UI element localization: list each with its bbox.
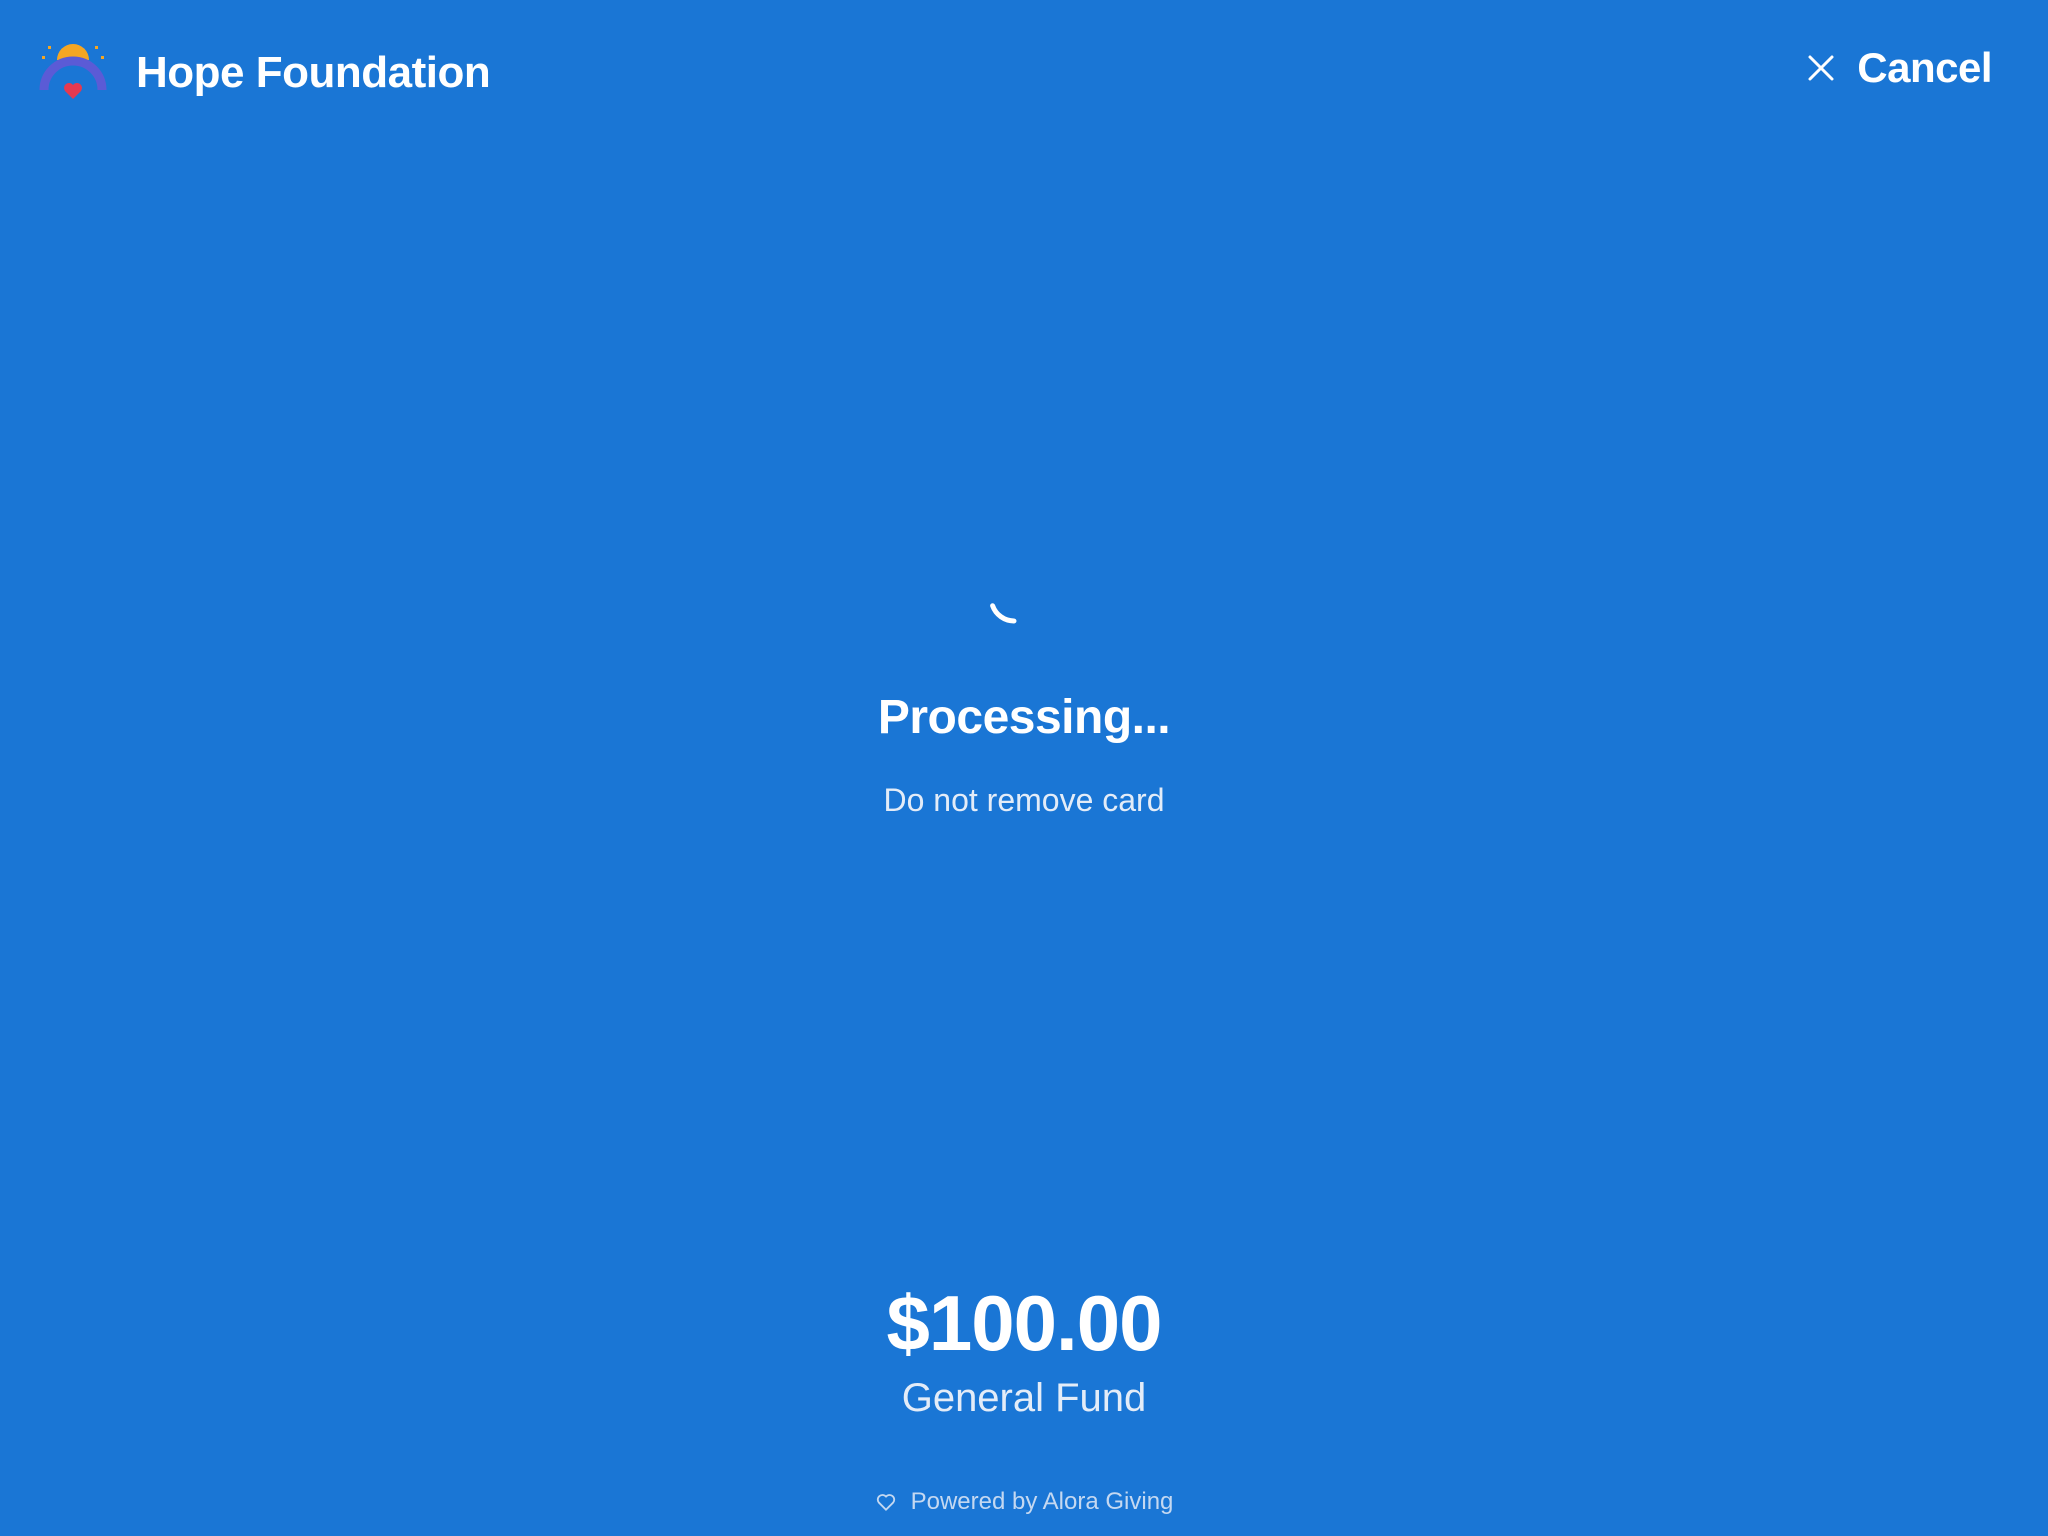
- processing-title: Processing...: [877, 691, 1171, 744]
- fund-name: General Fund: [901, 1376, 1147, 1420]
- processing-subtitle: Do not remove card: [883, 782, 1165, 818]
- loading-spinner-icon: [990, 603, 1017, 624]
- cancel-label: Cancel: [1857, 44, 1992, 91]
- rainbow-sun-heart-logo: [39, 44, 107, 99]
- cancel-button[interactable]: Cancel: [1807, 44, 1992, 92]
- heart-outline-icon: [876, 1494, 895, 1511]
- powered-by-footer: Powered by Alora Giving: [0, 1488, 2048, 1516]
- donation-amount: $100.00: [886, 1279, 1163, 1367]
- top-bar: Hope Foundation Cancel: [0, 0, 2048, 142]
- close-icon: [1808, 55, 1834, 81]
- brand: Hope Foundation: [38, 38, 491, 108]
- organization-name: Hope Foundation: [136, 48, 491, 97]
- powered-by-text: Powered by Alora Giving: [910, 1488, 1174, 1515]
